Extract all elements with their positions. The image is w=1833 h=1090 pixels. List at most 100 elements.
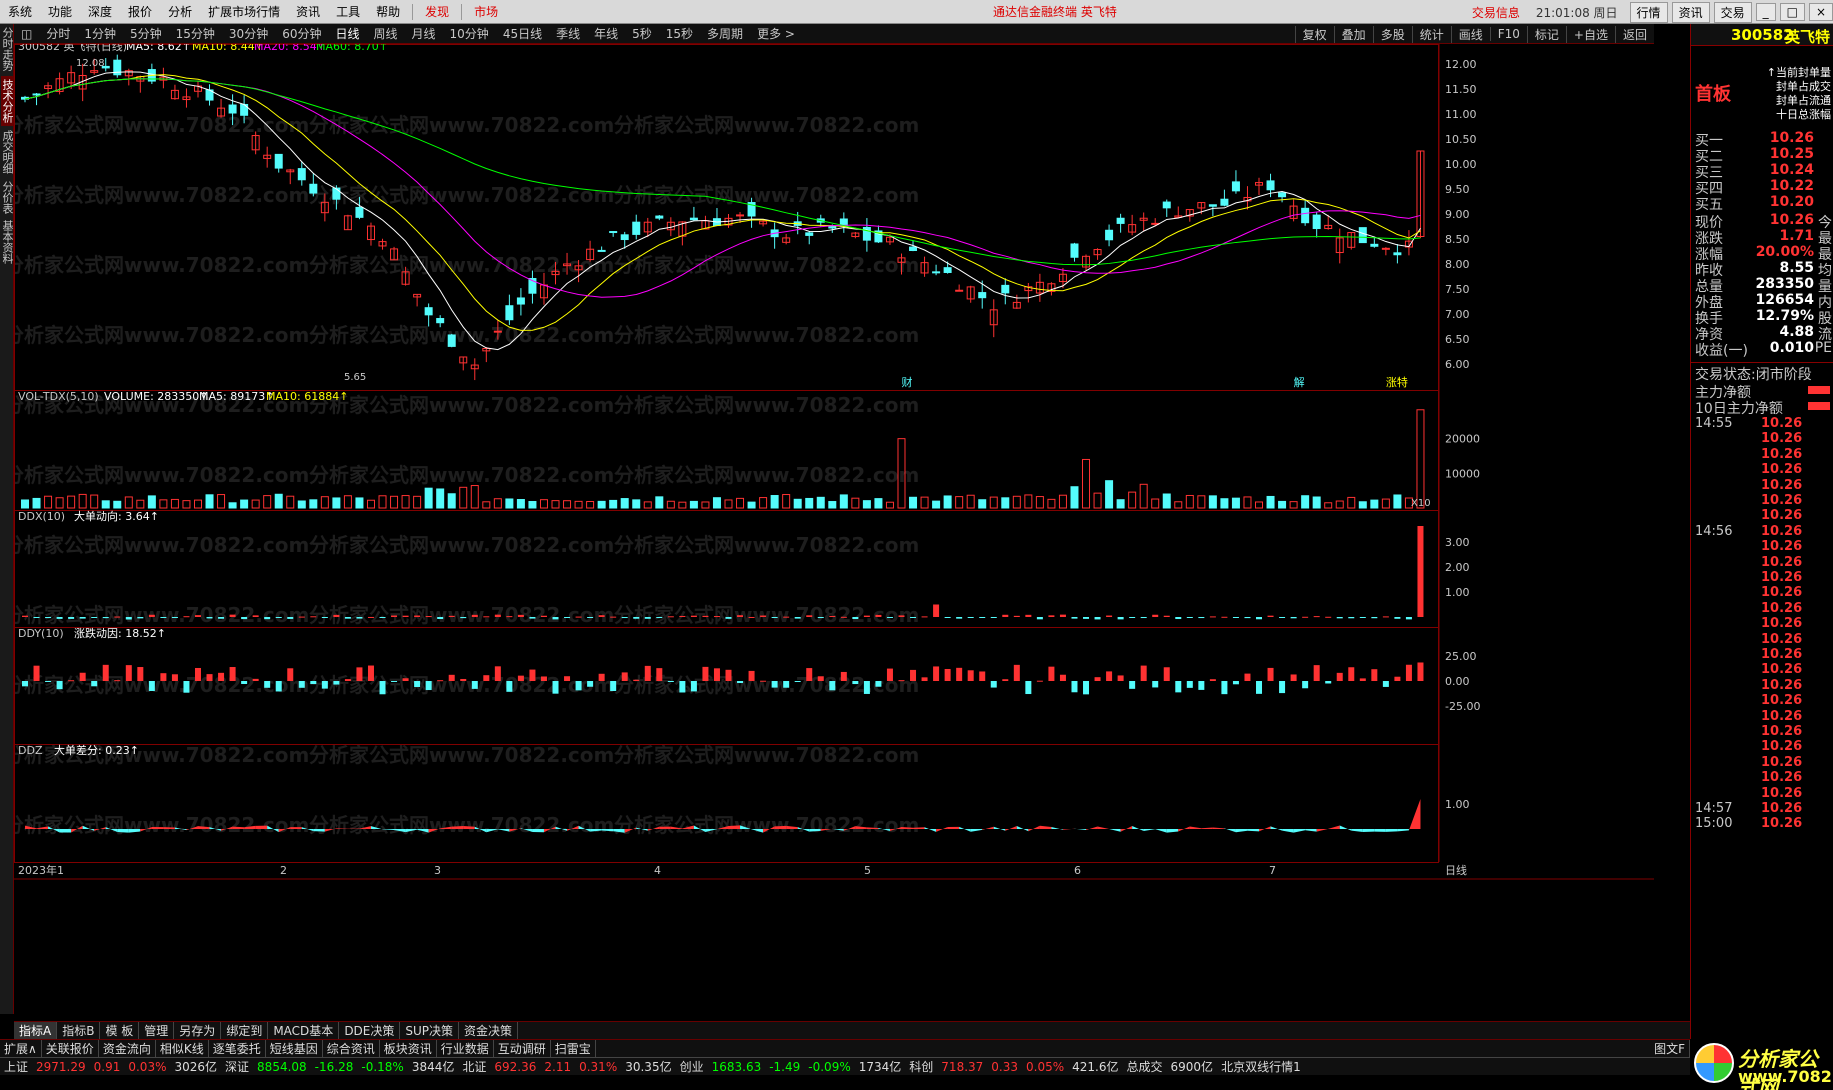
restore-button[interactable]: □ [1779,3,1805,21]
timeframe-15[interactable]: 多周期 [700,25,750,42]
indicator-tab-3[interactable]: 管理 [139,1022,175,1039]
indicator-tab-4[interactable]: 另存为 [174,1022,222,1039]
flow-row: 10日主力净额 [1691,398,1833,417]
menu-find[interactable]: 发现 [417,3,457,20]
chart-tool-5[interactable]: F10 [1489,27,1527,41]
chart-area[interactable]: 分析家公式网www.70822.com 分析家公式网www.70822.com 分析… [14,44,1654,1021]
chart-tool-0[interactable]: 复权 [1294,25,1334,43]
ddx-bar [1025,614,1032,617]
timeframe-13[interactable]: 5秒 [625,25,659,42]
menu-item-3[interactable]: 报价 [120,3,160,20]
volume-bar [724,499,733,509]
timeframe-5[interactable]: 60分钟 [275,25,328,42]
volume-bar [943,495,952,509]
chart-tool-7[interactable]: +自选 [1565,25,1615,43]
ddy-bar [241,681,248,685]
timeframe-3[interactable]: 15分钟 [169,25,222,42]
ddx-bar [194,615,201,617]
close-button[interactable]: × [1808,3,1833,21]
ddx-bar [713,616,720,618]
chart-tool-4[interactable]: 画线 [1450,25,1490,43]
tab-trades[interactable]: 成交明细 [1,128,14,176]
tab-price-table[interactable]: 分价表 [1,179,14,215]
layout-icon[interactable]: ◫ [14,27,39,41]
menu-item-5[interactable]: 扩展市场行情 [200,3,288,20]
chart-tool-3[interactable]: 统计 [1411,25,1451,43]
info-tab-9[interactable]: 互动调研 [494,1040,551,1057]
info-tab-8[interactable]: 行业数据 [437,1040,494,1057]
ddx-bar [45,617,52,619]
ddx-bar [575,616,582,618]
tick-price: 10.26 [1761,785,1803,801]
indicator-tab-7[interactable]: DDE决策 [339,1022,401,1039]
indicator-tab-2[interactable]: 模 板 [100,1022,140,1039]
timeframe-14[interactable]: 15秒 [659,25,700,42]
timeframe-4[interactable]: 30分钟 [222,25,275,42]
timeframe-16[interactable]: 更多 > [750,25,802,42]
candle-body [978,292,987,299]
ddx-tick: 2.00 [1445,561,1470,574]
minimize-button[interactable]: _ [1755,3,1776,21]
info-tab-7[interactable]: 板块资讯 [380,1040,437,1057]
info-tab-0[interactable]: 扩展∧ [0,1040,42,1057]
ddy-bar [748,670,755,681]
trade-info-link[interactable]: 交易信息 [1464,4,1528,21]
chart-tool-8[interactable]: 返回 [1614,25,1654,43]
ddz-segment [1016,825,1029,832]
indicator-tab-6[interactable]: MACD基本 [268,1022,340,1039]
chart-tool-6[interactable]: 标记 [1526,25,1566,43]
info-tab-4[interactable]: 逐笔委托 [209,1040,266,1057]
timeframe-7[interactable]: 周线 [367,25,405,42]
ma60-label: MA60: 8.70↑ [316,44,388,53]
menu-item-1[interactable]: 功能 [40,3,80,20]
info-tab-picture[interactable]: 图文F [1650,1040,1690,1057]
indicator-tab-9[interactable]: 资金决策 [459,1022,519,1039]
ddx-bar [1417,526,1424,617]
candle-body [1358,227,1367,244]
menu-item-2[interactable]: 深度 [80,3,120,20]
chart-tool-2[interactable]: 多股 [1372,25,1412,43]
info-tab-2[interactable]: 资金流向 [99,1040,156,1057]
quote-button[interactable]: 行情 [1629,1,1668,23]
ddx-bar [529,617,536,619]
info-tab-6[interactable]: 综合资讯 [323,1040,380,1057]
ddz-title: DDZ [18,744,43,757]
tab-intraday[interactable]: 分时走势 [1,26,14,72]
chart-tool-1[interactable]: 叠加 [1333,25,1373,43]
timeframe-12[interactable]: 年线 [587,25,625,42]
indicator-tab-8[interactable]: SUP决策 [400,1022,460,1039]
timeframe-8[interactable]: 月线 [405,25,443,42]
menu-item-7[interactable]: 工具 [328,3,368,20]
menu-item-0[interactable]: 系统 [0,3,40,20]
menu-market[interactable]: 市场 [466,3,506,20]
tab-technical[interactable]: 技术分析 [1,76,14,126]
timeframe-0[interactable]: 分时 [39,25,77,42]
trade-button[interactable]: 交易 [1713,1,1752,23]
timeframe-10[interactable]: 45日线 [496,25,549,42]
info-tab-3[interactable]: 相似K线 [156,1040,209,1057]
menu-item-4[interactable]: 分析 [160,3,200,20]
timeframe-2[interactable]: 5分钟 [123,25,169,42]
timeframe-1[interactable]: 1分钟 [77,25,123,42]
candle-body [505,305,514,321]
info-tab-5[interactable]: 短线基因 [266,1040,323,1057]
ddy-bar [1129,681,1136,689]
timeframe-6[interactable]: 日线 [328,25,366,42]
indicator-tab-1[interactable]: 指标B [57,1022,101,1039]
ddy-bar [702,666,709,681]
indicator-tab-0[interactable]: 指标A [14,1022,58,1039]
tab-fundamentals[interactable]: 基本资料 [1,218,14,266]
volume-bar [274,493,283,509]
news-button[interactable]: 资讯 [1671,1,1710,23]
menu-item-6[interactable]: 资讯 [288,3,328,20]
marker-finance: 财 [901,375,912,389]
timeframe-11[interactable]: 季线 [549,25,587,42]
timeframe-9[interactable]: 10分钟 [443,25,496,42]
watermark-text: 分析家公式网www.70822.com [14,813,309,837]
info-tab-10[interactable]: 扫雷宝 [551,1040,596,1057]
menu-item-8[interactable]: 帮助 [368,3,408,20]
indicator-tab-5[interactable]: 绑定到 [221,1022,269,1039]
volume-bar [355,497,364,509]
ddy-bar [679,681,686,693]
info-tab-1[interactable]: 关联报价 [42,1040,99,1057]
